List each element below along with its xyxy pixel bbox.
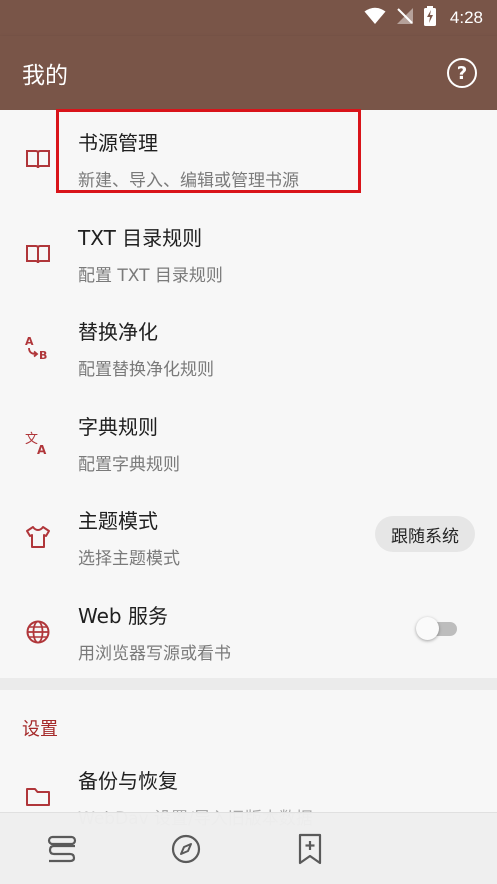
item-title: TXT 目录规则 xyxy=(78,225,203,250)
list-item-web-service[interactable]: Web 服务 用浏览器写源或看书 xyxy=(0,583,497,678)
globe-icon xyxy=(24,618,52,646)
svg-text:A: A xyxy=(25,335,34,348)
section-title: 设置 xyxy=(22,719,58,740)
web-service-toggle[interactable] xyxy=(416,616,459,640)
item-subtitle: 选择主题模式 xyxy=(78,549,180,570)
item-title: Web 服务 xyxy=(78,603,168,628)
shirt-icon xyxy=(24,523,52,551)
svg-text:B: B xyxy=(39,349,47,362)
menu-list: 书源管理 新建、导入、编辑或管理书源 TXT 目录规则 配置 TXT 目录规则 … xyxy=(0,110,497,678)
item-subtitle: 新建、导入、编辑或管理书源 xyxy=(78,171,299,191)
translate-icon: 文 A xyxy=(24,429,52,457)
item-subtitle: 配置字典规则 xyxy=(78,454,180,475)
page-title: 我的 xyxy=(22,63,68,89)
bookmark-add-icon[interactable] xyxy=(292,831,328,867)
bookshelf-icon[interactable] xyxy=(44,831,80,867)
item-subtitle: 配置替换净化规则 xyxy=(78,360,214,381)
item-title: 备份与恢复 xyxy=(78,769,178,793)
theme-mode-value-chip[interactable]: 跟随系统 xyxy=(375,516,475,553)
item-title: 替换净化 xyxy=(78,320,158,345)
list-item-theme-mode[interactable]: 主题模式 选择主题模式 跟随系统 xyxy=(0,488,497,583)
book-open-icon xyxy=(24,145,52,173)
item-subtitle: 配置 TXT 目录规则 xyxy=(78,265,223,286)
folder-icon xyxy=(24,783,52,811)
battery-charging-icon xyxy=(423,6,436,30)
list-item-dictionary-rules[interactable]: 文 A 字典规则 配置字典规则 xyxy=(0,394,497,489)
swap-ab-icon: A B xyxy=(24,334,52,362)
list-item-replace-rules[interactable]: A B 替换净化 配置替换净化规则 xyxy=(0,299,497,394)
wifi-icon xyxy=(364,7,386,29)
app-bar: 我的 ? xyxy=(0,36,497,110)
book-open-icon xyxy=(24,240,52,268)
status-time: 4:28 xyxy=(449,8,483,27)
toggle-thumb xyxy=(416,616,439,640)
status-bar: 4:28 xyxy=(0,0,497,36)
section-divider xyxy=(0,678,497,690)
item-subtitle: 用浏览器写源或看书 xyxy=(78,643,231,664)
list-item-txt-toc-rules[interactable]: TXT 目录规则 配置 TXT 目录规则 xyxy=(0,205,497,300)
help-icon[interactable]: ? xyxy=(447,58,477,88)
no-signal-icon xyxy=(396,7,414,29)
svg-text:A: A xyxy=(37,443,47,457)
bottom-navigation xyxy=(0,812,497,884)
item-title: 主题模式 xyxy=(78,509,158,534)
list-item-book-source[interactable]: 书源管理 新建、导入、编辑或管理书源 xyxy=(0,110,497,205)
item-title: 书源管理 xyxy=(78,131,158,155)
item-title: 字典规则 xyxy=(78,414,158,439)
compass-icon[interactable] xyxy=(168,831,204,867)
